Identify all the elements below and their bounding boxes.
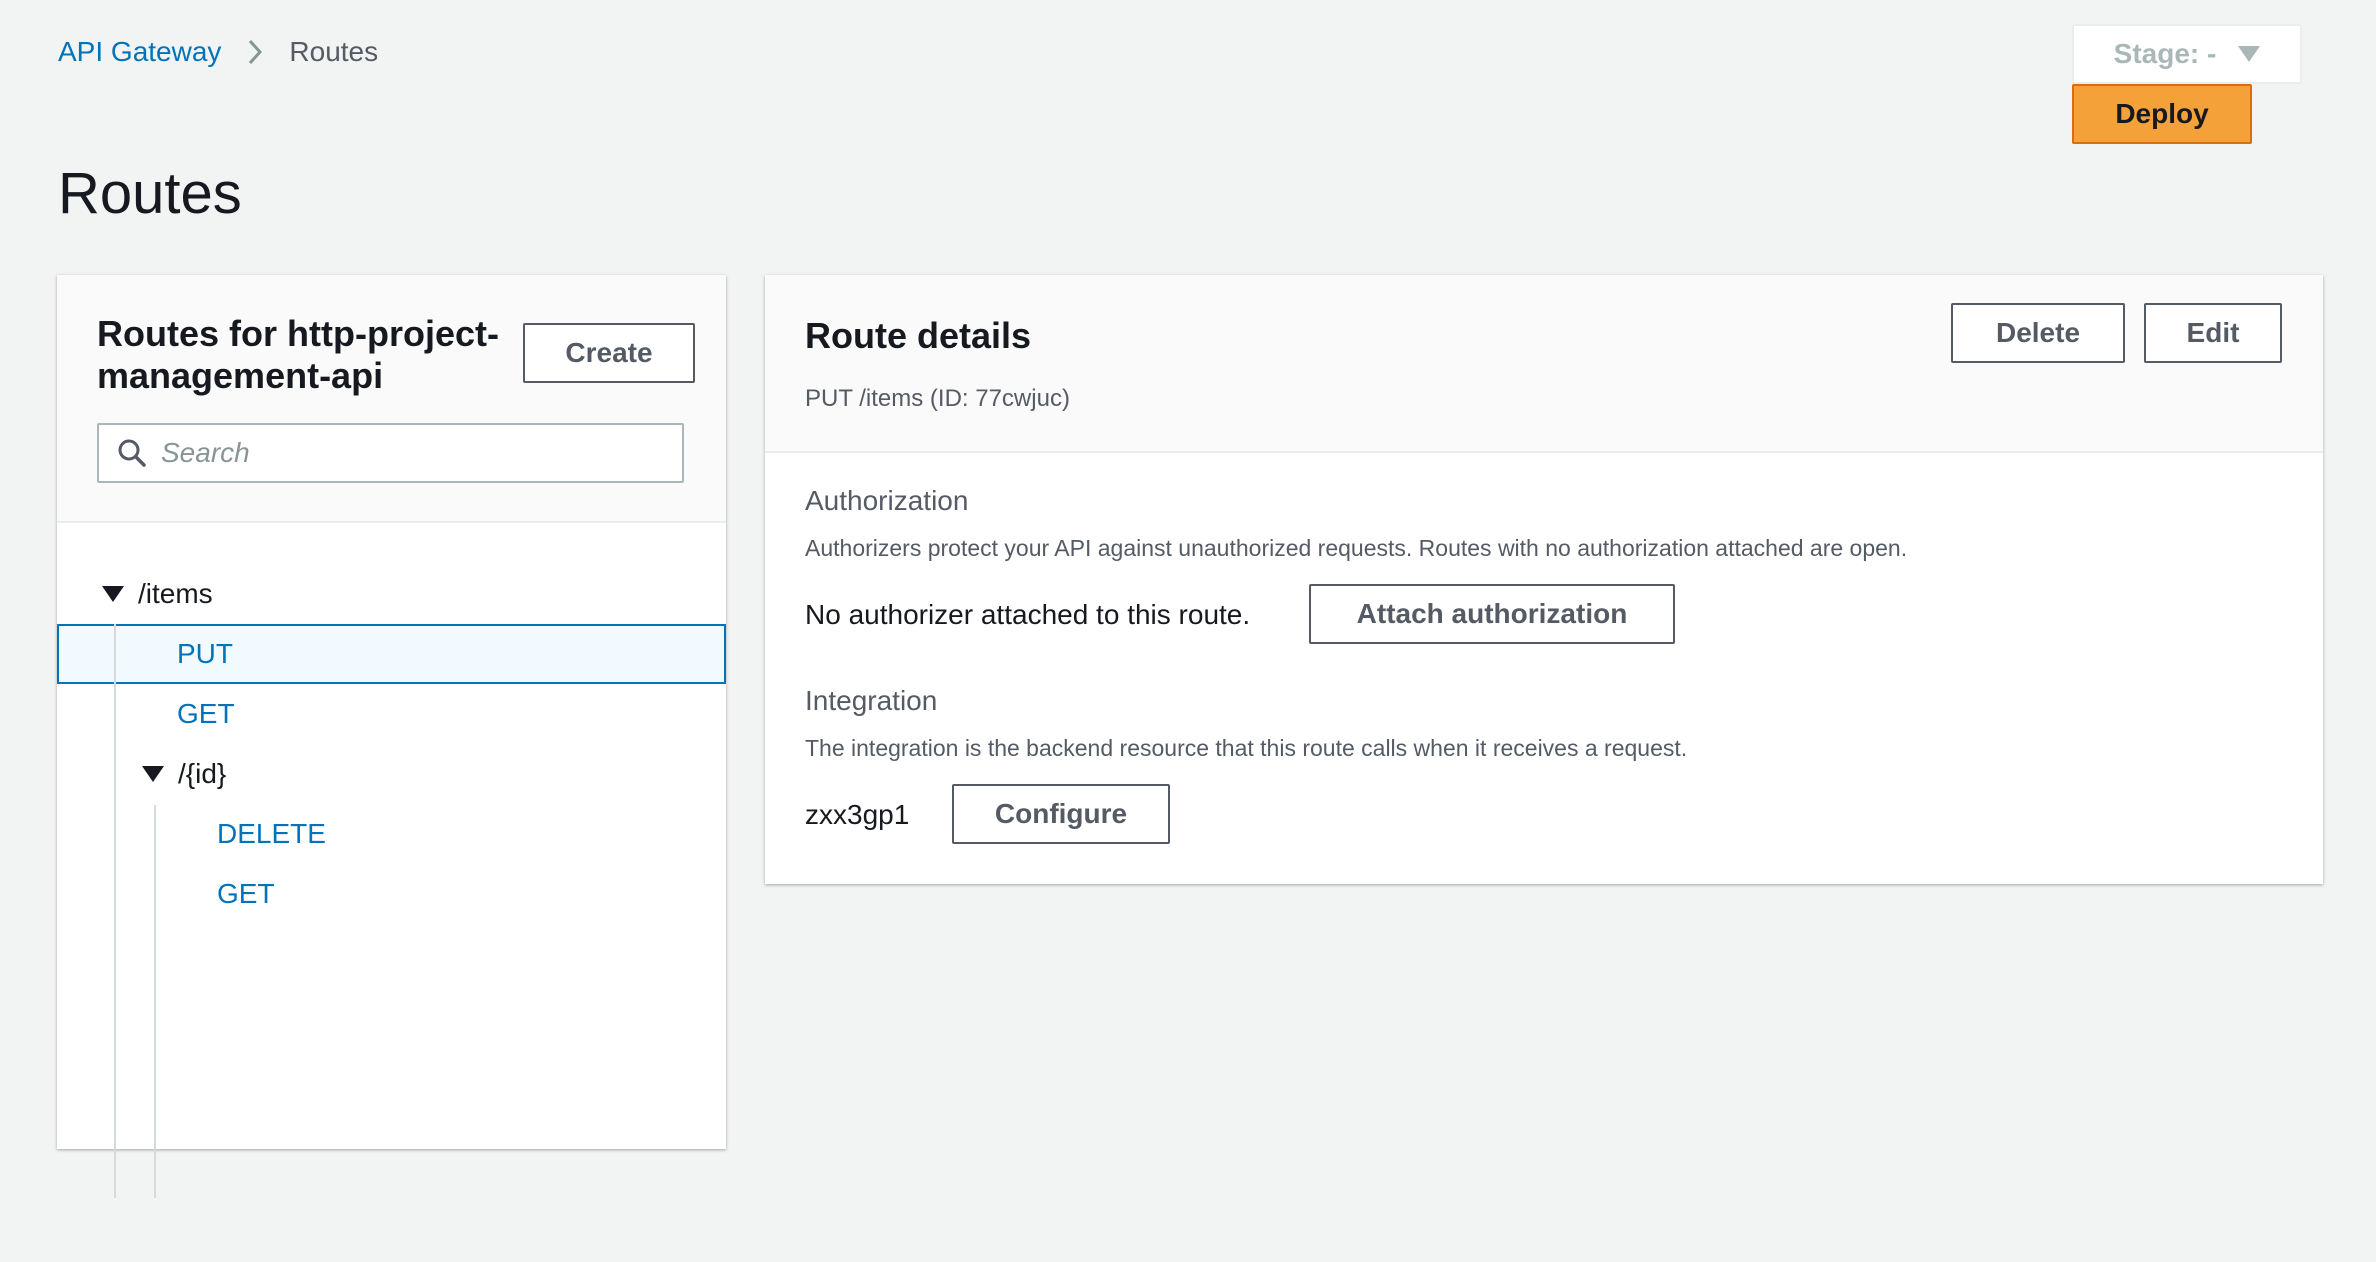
method-put-link[interactable]: PUT: [177, 638, 233, 670]
method-delete-link[interactable]: DELETE: [217, 818, 326, 850]
method-get-link[interactable]: GET: [217, 878, 275, 910]
integration-id: zxx3gp1: [805, 799, 910, 830]
method-get-link[interactable]: GET: [177, 698, 235, 730]
routes-panel-title: Routes for http-project-management-api: [97, 313, 499, 396]
search-icon: [117, 438, 147, 468]
routes-panel-header: Routes for http-project-management-api C…: [57, 275, 726, 523]
tree-guide-line: [114, 624, 116, 1198]
route-search-field[interactable]: [97, 423, 684, 483]
integration-description: The integration is the backend resource …: [805, 735, 1688, 761]
path-label: /items: [138, 578, 213, 609]
expand-triangle-icon[interactable]: [102, 586, 124, 602]
integration-heading: Integration: [805, 685, 938, 716]
chevron-right-icon: [247, 38, 263, 66]
authorization-heading: Authorization: [805, 485, 969, 516]
tree-item-get[interactable]: GET: [177, 685, 235, 743]
delete-button[interactable]: Delete: [1951, 303, 2125, 363]
path-label: /{id}: [178, 758, 227, 789]
expand-triangle-icon[interactable]: [142, 766, 164, 782]
breadcrumb-current: Routes: [289, 36, 379, 67]
routes-panel: Routes for http-project-management-api C…: [57, 275, 726, 1198]
tree-item-id-delete[interactable]: DELETE: [217, 805, 326, 863]
attach-authorization-button[interactable]: Attach authorization: [1309, 584, 1675, 644]
tree-item-id[interactable]: /{id}: [142, 745, 226, 803]
tree-item-id-get[interactable]: GET: [217, 865, 275, 923]
stage-select[interactable]: Stage: -: [2072, 24, 2302, 84]
route-details-panel: Route details PUT /items (ID: 77cwjuc) D…: [765, 275, 2323, 884]
edit-button[interactable]: Edit: [2144, 303, 2282, 363]
tree-item-items[interactable]: /items: [102, 565, 213, 623]
caret-down-icon: [2238, 46, 2261, 62]
route-identifier: PUT /items (ID: 77cwjuc): [805, 385, 1070, 412]
authorization-status: No authorizer attached to this route.: [805, 599, 1251, 630]
authorization-description: Authorizers protect your API against una…: [805, 535, 1908, 561]
configure-integration-button[interactable]: Configure: [952, 784, 1170, 844]
selected-route-highlight: [57, 624, 726, 684]
tree-guide-line-nested: [154, 805, 156, 1198]
page-title: Routes: [58, 161, 242, 226]
stage-select-label: Stage: -: [2113, 38, 2217, 69]
tree-item-put[interactable]: PUT: [177, 625, 233, 683]
route-details-title: Route details: [805, 315, 1032, 356]
route-details-header: Route details PUT /items (ID: 77cwjuc) D…: [765, 275, 2323, 453]
create-route-button[interactable]: Create: [523, 323, 695, 383]
deploy-button[interactable]: Deploy: [2072, 84, 2252, 144]
breadcrumb: API Gateway Routes: [58, 36, 378, 68]
search-input[interactable]: [161, 437, 661, 469]
breadcrumb-api-gateway-link[interactable]: API Gateway: [58, 36, 221, 68]
